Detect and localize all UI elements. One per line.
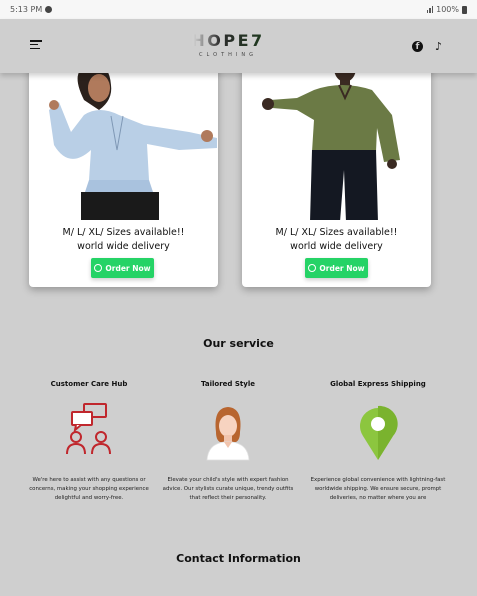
signal-icon	[426, 6, 434, 13]
whatsapp-icon	[94, 264, 103, 272]
service-title: Global Express Shipping	[330, 380, 426, 388]
status-time: 5:13 PM	[10, 5, 43, 14]
service-global-shipping: Global Express Shipping Experience globa…	[308, 380, 448, 501]
battery-percent: 100%	[436, 5, 459, 14]
tiktok-icon[interactable]: ♪	[433, 41, 444, 52]
product-card: M/ L/ XL/ Sizes available!! world wide d…	[29, 40, 218, 287]
order-now-button[interactable]: Order Now	[91, 258, 154, 278]
product-sizes: M/ L/ XL/ Sizes available!!	[275, 227, 398, 238]
logo-tagline: CLOTHING	[199, 52, 257, 58]
order-now-label: Order Now	[105, 263, 151, 273]
order-now-label: Order Now	[319, 263, 365, 273]
service-customer-care: Customer Care Hub We're here to assist w…	[19, 380, 159, 501]
contact-heading: Contact Information	[176, 552, 301, 565]
product-card: M/ L/ XL/ Sizes available!! world wide d…	[242, 40, 431, 287]
service-description: We're here to assist with any questions …	[29, 477, 149, 501]
whatsapp-icon	[308, 264, 317, 272]
brand-logo[interactable]: HOPE7 CLOTHING	[188, 31, 268, 58]
service-title: Tailored Style	[201, 380, 255, 388]
services-heading: Our service	[203, 337, 274, 350]
product-delivery: world wide delivery	[77, 241, 170, 252]
service-tailored-style: Tailored Style Elevate your child's styl…	[158, 380, 298, 501]
product-delivery: world wide delivery	[290, 241, 383, 252]
notification-icon	[45, 6, 53, 13]
customer-support-icon	[66, 403, 111, 455]
facebook-icon[interactable]: f	[412, 41, 423, 52]
order-now-button[interactable]: Order Now	[305, 258, 368, 278]
stylist-avatar-icon	[206, 407, 250, 461]
product-sizes: M/ L/ XL/ Sizes available!!	[62, 227, 185, 238]
service-title: Customer Care Hub	[50, 380, 128, 388]
status-bar: 5:13 PM 100%	[0, 0, 477, 19]
service-description: Elevate your child's style with expert f…	[162, 477, 294, 501]
logo-wordmark: HOPE7	[188, 31, 268, 50]
site-header: HOPE7 CLOTHING f ♪	[0, 19, 477, 73]
battery-icon	[462, 5, 467, 14]
hamburger-menu-icon[interactable]	[30, 40, 42, 50]
service-description: Experience global convenience with light…	[310, 477, 446, 501]
map-pin-icon	[360, 405, 398, 460]
